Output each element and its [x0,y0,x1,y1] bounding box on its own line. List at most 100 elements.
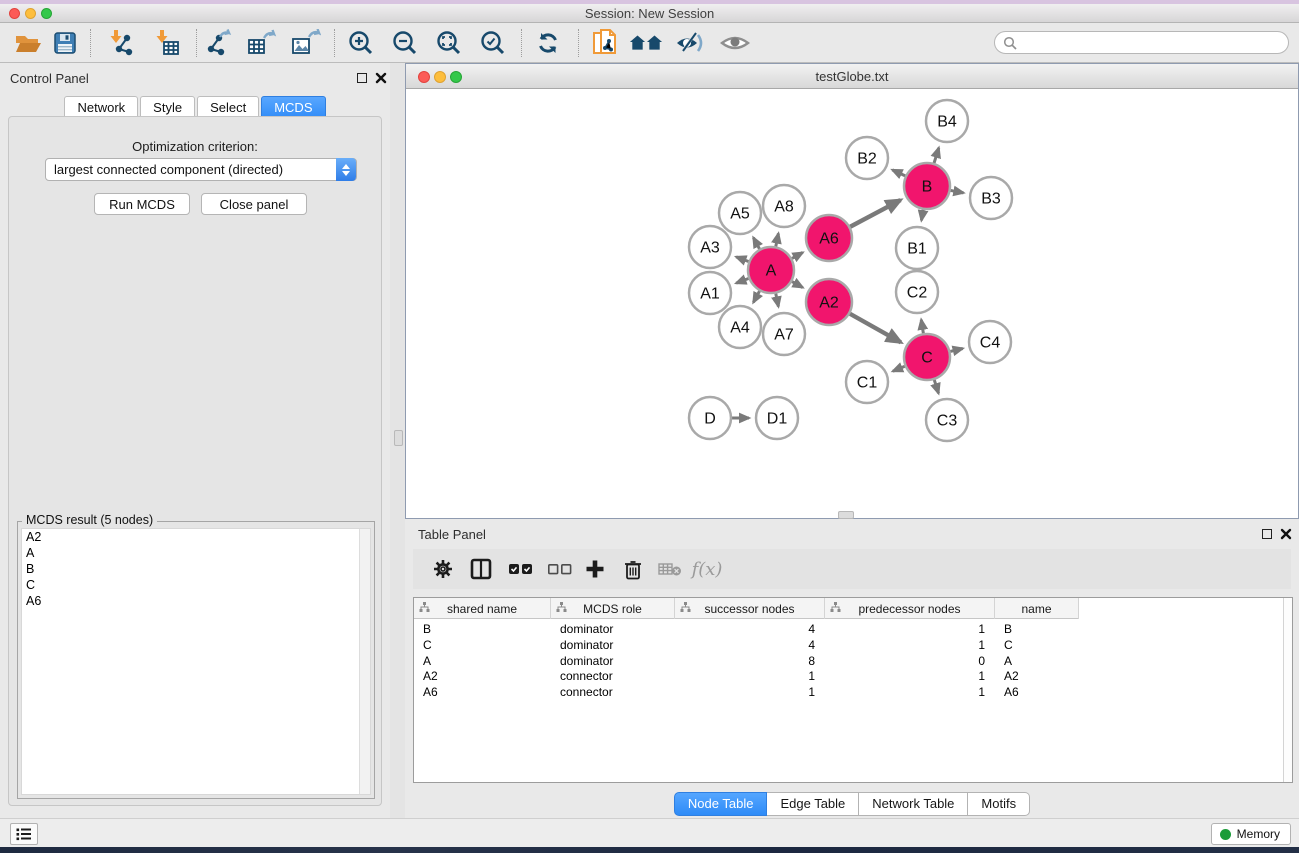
network-snapshot-button[interactable] [588,27,622,59]
vertical-split-handle[interactable] [394,430,403,446]
table-row[interactable]: Adominator80A [414,653,1079,669]
column-header-shared-name[interactable]: shared name [414,598,551,619]
table-scrollbar[interactable] [1283,598,1292,782]
tab-edge-table[interactable]: Edge Table [767,792,859,816]
mcds-result-list[interactable]: A2ABCA6 [21,528,371,795]
graph-edge-B-B4[interactable] [934,148,939,163]
table-cell[interactable]: B [995,621,1079,637]
table-cell[interactable]: 1 [825,668,995,684]
task-history-button[interactable] [10,823,38,845]
table-cell[interactable]: A [995,653,1079,669]
graph-edge-A-A5[interactable] [753,238,759,249]
close-panel-icon[interactable] [375,72,387,84]
graph-node-A4[interactable]: A4 [719,306,761,348]
zoom-out-button[interactable] [388,27,422,59]
table-cell[interactable]: dominator [551,621,675,637]
graph-node-C2[interactable]: C2 [896,271,938,313]
mcds-result-item[interactable]: C [22,577,370,593]
graph-node-C[interactable]: C [904,334,950,380]
table-row[interactable]: Cdominator41C [414,637,1079,653]
graph-node-A8[interactable]: A8 [763,185,805,227]
table-cell[interactable]: 1 [825,684,995,700]
table-cell[interactable]: C [995,637,1079,653]
delete-column-button[interactable] [617,553,649,585]
graph-edge-C-C4[interactable] [950,348,962,351]
table-cell[interactable]: B [414,621,551,637]
function-builder-button[interactable]: f(x) [691,553,723,585]
zoom-in-button[interactable] [344,27,378,59]
mcds-result-item[interactable]: A2 [22,529,370,545]
table-row[interactable]: A6connector11A6 [414,684,1079,700]
close-panel-button[interactable]: Close panel [201,193,307,215]
network-window-titlebar[interactable]: testGlobe.txt [406,64,1298,89]
network-canvas[interactable]: B4B2BB3A8A5A6A3B1AA1C2A2A4A7C4CC1C3DD1 [406,89,1298,518]
export-network-button[interactable] [203,27,237,59]
table-cell[interactable]: connector [551,668,675,684]
tab-network-table[interactable]: Network Table [859,792,968,816]
graph-edge-C-C3[interactable] [934,380,938,393]
tab-node-table[interactable]: Node Table [674,792,768,816]
zoom-fit-button[interactable] [432,27,466,59]
hide-graphics-details-button[interactable] [673,27,707,59]
select-all-button[interactable] [505,553,537,585]
table-cell[interactable]: connector [551,684,675,700]
table-cell[interactable]: 4 [675,637,825,653]
graph-node-B1[interactable]: B1 [896,227,938,269]
column-header-predecessor-nodes[interactable]: predecessor nodes [825,598,995,619]
memory-button[interactable]: Memory [1211,823,1291,845]
graph-node-A1[interactable]: A1 [689,272,731,314]
table-cell[interactable]: A2 [414,668,551,684]
app-titlebar[interactable]: Session: New Session [0,4,1299,23]
graph-edge-A2-C[interactable] [850,314,901,343]
table-cell[interactable]: A2 [995,668,1079,684]
graph-edge-A6-B[interactable] [850,200,900,227]
graph-edge-C-C2[interactable] [921,320,923,334]
graph-node-C4[interactable]: C4 [969,321,1011,363]
table-row[interactable]: Bdominator41B [414,621,1079,637]
node-table[interactable]: shared nameMCDS rolesuccessor nodesprede… [413,597,1293,783]
zoom-selected-button[interactable] [476,27,510,59]
table-settings-button[interactable] [427,553,459,585]
graph-node-C1[interactable]: C1 [846,361,888,403]
graph-node-B4[interactable]: B4 [926,100,968,142]
home-button[interactable] [629,27,663,59]
delete-table-button[interactable] [654,553,686,585]
network-graph[interactable]: B4B2BB3A8A5A6A3B1AA1C2A2A4A7C4CC1C3DD1 [406,89,1298,518]
column-header-successor-nodes[interactable]: successor nodes [675,598,825,619]
graph-edge-C-C1[interactable] [893,366,905,371]
export-table-button[interactable] [245,27,279,59]
graph-node-B2[interactable]: B2 [846,137,888,179]
graph-node-A3[interactable]: A3 [689,226,731,268]
table-cell[interactable]: 1 [825,637,995,653]
table-cell[interactable]: A [414,653,551,669]
dropdown-stepper-icon[interactable] [336,158,356,181]
column-header-name[interactable]: name [995,598,1079,619]
close-table-panel-icon[interactable] [1280,528,1292,540]
import-table-button[interactable] [149,27,183,59]
graph-node-A7[interactable]: A7 [763,313,805,355]
export-image-button[interactable] [289,27,323,59]
float-panel-icon[interactable] [357,73,367,83]
graph-edge-A-A8[interactable] [776,233,779,246]
graph-edge-B-B3[interactable] [951,190,964,192]
add-column-button[interactable] [579,553,611,585]
graph-edge-A-A1[interactable] [736,278,748,283]
column-header-MCDS-role[interactable]: MCDS role [551,598,675,619]
table-cell[interactable]: dominator [551,653,675,669]
table-cell[interactable]: 0 [825,653,995,669]
graph-edge-A-A4[interactable] [753,291,759,302]
criterion-dropdown[interactable]: largest connected component (directed) [45,158,357,181]
float-table-panel-icon[interactable] [1262,529,1272,539]
table-cell[interactable]: 1 [675,668,825,684]
save-session-button[interactable] [48,27,82,59]
show-graphics-details-button[interactable] [718,27,752,59]
graph-node-D1[interactable]: D1 [756,397,798,439]
graph-edge-A-A3[interactable] [736,257,748,262]
graph-node-B[interactable]: B [904,163,950,209]
horizontal-split-handle[interactable] [838,511,854,519]
table-cell[interactable]: C [414,637,551,653]
table-cell[interactable]: dominator [551,637,675,653]
graph-node-D[interactable]: D [689,397,731,439]
show-columns-button[interactable] [465,553,497,585]
deselect-all-button[interactable] [544,553,576,585]
